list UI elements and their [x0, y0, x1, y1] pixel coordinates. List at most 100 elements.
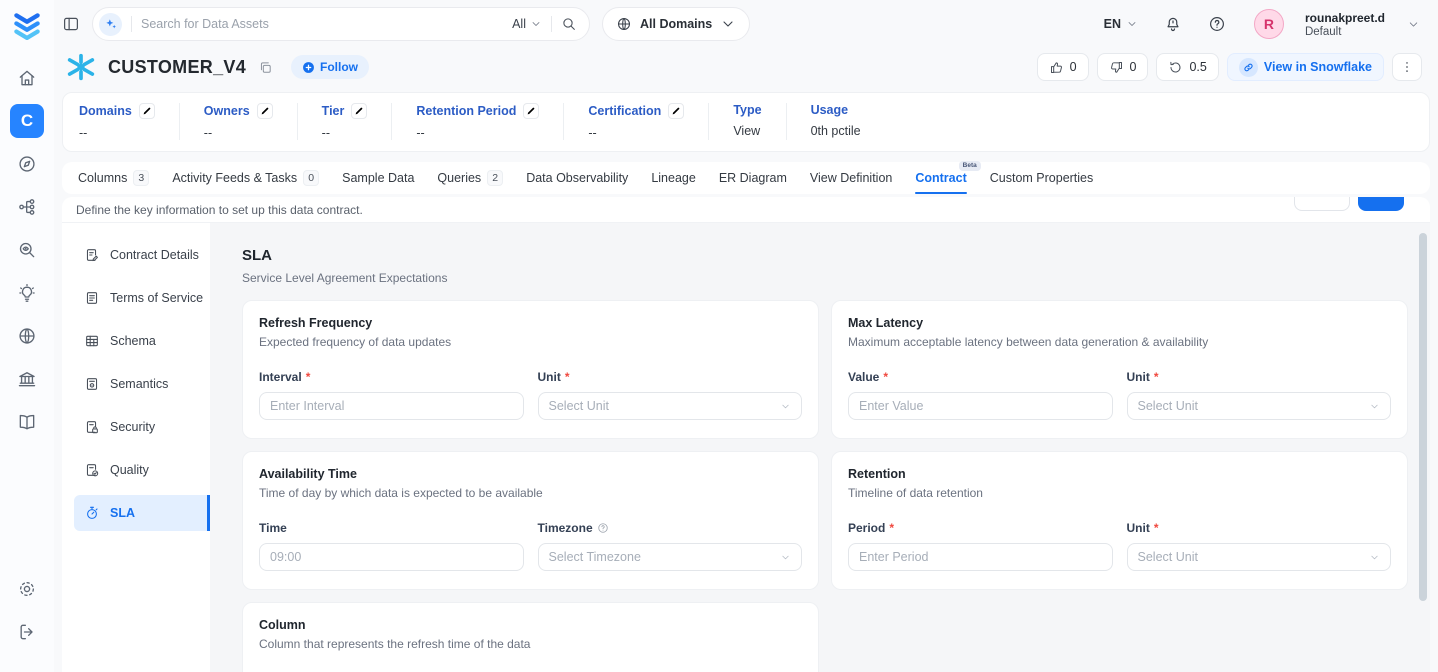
insights-bulb-icon — [17, 283, 37, 303]
select-unit[interactable]: Select Unit — [1127, 543, 1392, 571]
tab-columns[interactable]: Columns 3 — [78, 162, 149, 194]
rail-governance-bank-icon[interactable] — [10, 362, 44, 396]
contract-step-semantics[interactable]: Semantics — [74, 366, 210, 402]
rail-glossary-book-icon[interactable] — [10, 405, 44, 439]
metadata-item-domains: Domains -- — [79, 103, 180, 140]
required-asterisk: * — [565, 370, 570, 384]
sla-stopwatch-icon — [84, 505, 100, 521]
required-asterisk: * — [1154, 521, 1159, 535]
tab-label: Data Observability — [526, 171, 628, 185]
rail-discovery-globe-icon[interactable] — [10, 319, 44, 353]
rail-home-icon[interactable] — [10, 61, 44, 95]
metadata-value: -- — [204, 126, 273, 140]
banner-primary-button[interactable] — [1358, 197, 1404, 211]
global-search-input[interactable]: Search for Data Assets All — [92, 7, 590, 41]
tab-data-observability[interactable]: Data Observability — [526, 162, 628, 194]
edit-pencil-icon[interactable] — [139, 103, 155, 119]
rail-domains-hierarchy-icon[interactable] — [10, 190, 44, 224]
field-label: Unit * — [538, 370, 803, 384]
notifications-bell-icon[interactable] — [1164, 15, 1182, 33]
field-unit: Unit * Select Unit — [1127, 521, 1392, 571]
copy-icon[interactable] — [258, 60, 273, 75]
card-retention: Retention Timeline of data retention Per… — [831, 451, 1408, 590]
contract-step-security[interactable]: Security — [74, 409, 210, 445]
required-asterisk: * — [1154, 370, 1159, 384]
input-time[interactable]: 09:00 — [259, 543, 524, 571]
tab-er-diagram[interactable]: ER Diagram — [719, 162, 787, 194]
chevron-down-icon — [780, 552, 791, 563]
input-interval[interactable]: Enter Interval — [259, 392, 524, 420]
section-title: SLA — [242, 247, 1408, 264]
search-scope-dropdown[interactable]: All — [512, 17, 542, 31]
edit-pencil-icon[interactable] — [668, 103, 684, 119]
user-menu[interactable]: rounakpreet.d Default — [1305, 11, 1385, 38]
select-timezone[interactable]: Select Timezone — [538, 543, 803, 571]
all-domains-label: All Domains — [640, 17, 712, 31]
edit-pencil-icon[interactable] — [523, 103, 539, 119]
version-button[interactable]: 0.5 — [1156, 53, 1218, 81]
card-refresh-frequency: Refresh Frequency Expected frequency of … — [242, 300, 819, 439]
user-avatar[interactable]: R — [1254, 9, 1284, 39]
edit-pencil-icon[interactable] — [257, 103, 273, 119]
contract-step-sla[interactable]: SLA — [74, 495, 210, 531]
more-options-button[interactable] — [1392, 53, 1422, 81]
card-availability-time: Availability Time Time of day by which d… — [242, 451, 819, 590]
help-icon[interactable] — [1208, 15, 1226, 33]
rail-logout-icon[interactable] — [10, 615, 44, 649]
rail-settings-gear-icon[interactable] — [10, 572, 44, 606]
chevron-down-icon — [530, 18, 542, 30]
contract-step-schema[interactable]: Schema — [74, 323, 210, 359]
placeholder-text: Enter Period — [859, 550, 928, 564]
edit-pencil-icon[interactable] — [351, 103, 367, 119]
tab-custom-properties[interactable]: Custom Properties — [990, 162, 1094, 194]
chevron-down-icon[interactable] — [1407, 18, 1420, 31]
tab-lineage[interactable]: Lineage — [651, 162, 696, 194]
metadata-label: Domains — [79, 104, 132, 118]
tab-activity-feeds-tasks[interactable]: Activity Feeds & Tasks 0 — [172, 162, 319, 194]
tab-label: Lineage — [651, 171, 696, 185]
metadata-item-type: Type View — [709, 103, 786, 140]
sidebar-toggle-icon[interactable] — [62, 15, 80, 33]
downvote-button[interactable]: 0 — [1097, 53, 1149, 81]
follow-button[interactable]: Follow — [291, 55, 369, 79]
contract-step-terms-of-service[interactable]: Terms of Service — [74, 280, 210, 316]
contract-banner-text: Define the key information to set up thi… — [76, 203, 363, 217]
card-title: Refresh Frequency — [259, 316, 802, 330]
select-unit[interactable]: Select Unit — [538, 392, 803, 420]
card-title: Column — [259, 618, 802, 632]
tab-queries[interactable]: Queries 2 — [437, 162, 503, 194]
scrollbar-thumb[interactable] — [1419, 233, 1427, 601]
ai-sparkle-icon[interactable] — [99, 13, 122, 36]
view-in-snowflake-button[interactable]: View in Snowflake — [1227, 53, 1384, 81]
step-label: Quality — [110, 463, 149, 477]
language-dropdown[interactable]: EN — [1104, 17, 1138, 31]
banner-secondary-button[interactable] — [1294, 197, 1350, 211]
beta-badge: Beta — [959, 161, 981, 171]
step-label: Semantics — [110, 377, 168, 391]
tab-view-definition[interactable]: View Definition — [810, 162, 892, 194]
input-value[interactable]: Enter Value — [848, 392, 1113, 420]
all-domains-dropdown[interactable]: All Domains — [602, 7, 750, 41]
tab-sample-data[interactable]: Sample Data — [342, 162, 414, 194]
card-description: Column that represents the refresh time … — [259, 637, 802, 651]
rail-collate-app-icon[interactable]: C — [10, 104, 44, 138]
tab-contract[interactable]: Contract Beta — [915, 162, 966, 194]
upvote-button[interactable]: 0 — [1037, 53, 1089, 81]
required-asterisk: * — [889, 521, 894, 535]
input-period[interactable]: Enter Period — [848, 543, 1113, 571]
contract-step-contract-details[interactable]: Contract Details — [74, 237, 210, 273]
collate-logo-icon[interactable] — [10, 9, 44, 43]
rail-observability-search-icon[interactable] — [10, 233, 44, 267]
contract-step-quality[interactable]: Quality — [74, 452, 210, 488]
field-timezone: Timezone Select Timezone — [538, 521, 803, 571]
rail-explore-compass-icon[interactable] — [10, 147, 44, 181]
help-circle-icon — [597, 522, 609, 534]
field-interval: Interval * Enter Interval — [259, 370, 524, 420]
external-link-icon — [1239, 58, 1258, 77]
select-unit[interactable]: Select Unit — [1127, 392, 1392, 420]
field-label: Value * — [848, 370, 1113, 384]
tab-count-badge: 2 — [487, 170, 503, 186]
metadata-item-usage: Usage 0th pctile — [787, 103, 885, 140]
search-icon[interactable] — [561, 16, 577, 32]
rail-insights-bulb-icon[interactable] — [10, 276, 44, 310]
